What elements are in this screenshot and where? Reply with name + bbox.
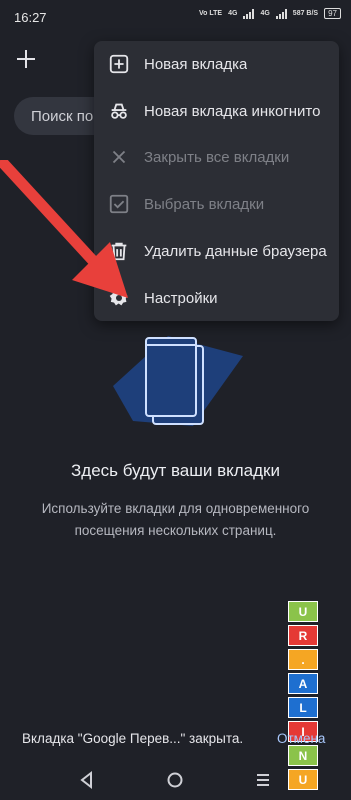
snackbar-message: Вкладка "Google Перев..." закрыта.	[22, 731, 244, 746]
trash-icon	[111, 242, 127, 261]
network-indicator-1: 4G	[228, 9, 238, 17]
clock: 16:27	[14, 10, 47, 25]
status-bar: 16:27 Vo LTE 4G 4G 587 B/S 97	[0, 0, 351, 34]
watermark-letter: U	[288, 601, 318, 622]
watermark-letter: .	[288, 649, 318, 670]
signal-icon	[243, 8, 255, 19]
menu-item-label: Выбрать вкладки	[144, 195, 265, 213]
checkbox-icon	[109, 194, 129, 214]
menu-item-close-all[interactable]: Закрыть все вкладки	[94, 134, 339, 180]
data-speed: 587 B/S	[292, 9, 319, 17]
watermark-letter: L	[288, 697, 318, 718]
signal-icon-2	[275, 8, 287, 19]
recents-icon[interactable]	[251, 768, 275, 792]
menu-item-incognito[interactable]: Новая вкладка инкогнито	[94, 88, 339, 134]
menu-item-label: Новая вкладка	[144, 55, 248, 73]
empty-state-subtitle: Используйте вкладки для одновременного п…	[41, 501, 310, 538]
undo-button[interactable]: Отмена	[277, 731, 325, 746]
tabs-illustration	[113, 336, 243, 426]
status-indicators: Vo LTE 4G 4G 587 B/S 97	[199, 8, 341, 19]
system-nav-bar	[0, 760, 351, 800]
battery-icon: 97	[324, 8, 341, 19]
watermark-letter: A	[288, 673, 318, 694]
add-box-icon	[109, 54, 129, 74]
menu-item-clear-data[interactable]: Удалить данные браузера	[94, 228, 339, 274]
menu-item-label: Новая вкладка инкогнито	[144, 102, 321, 120]
menu-item-select-tabs[interactable]: Выбрать вкладки	[94, 181, 339, 227]
menu-item-label: Настройки	[144, 289, 218, 307]
home-icon[interactable]	[163, 768, 187, 792]
new-tab-plus-icon[interactable]	[15, 48, 37, 70]
watermark-letter: R	[288, 625, 318, 646]
search-placeholder: Поиск по	[31, 108, 94, 125]
back-icon[interactable]	[75, 768, 99, 792]
menu-item-label: Закрыть все вкладки	[144, 148, 290, 166]
menu-item-new-tab[interactable]: Новая вкладка	[94, 41, 339, 87]
menu-item-label: Удалить данные браузера	[144, 242, 327, 260]
overflow-menu: Новая вкладка Новая вкладка инкогнито За…	[94, 41, 339, 321]
network-indicator-2: 4G	[260, 9, 270, 17]
gear-icon	[109, 288, 128, 306]
incognito-icon	[111, 103, 127, 119]
volte-indicator: Vo LTE	[199, 9, 223, 17]
snackbar: Вкладка "Google Перев..." закрыта. Отмен…	[0, 724, 351, 754]
close-icon	[112, 150, 126, 164]
empty-state-title: Здесь будут ваши вкладки	[71, 461, 280, 480]
menu-item-settings[interactable]: Настройки	[94, 275, 339, 321]
